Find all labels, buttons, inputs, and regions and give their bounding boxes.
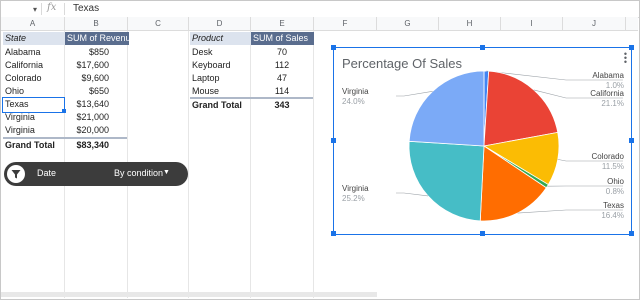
slice-label: California xyxy=(590,89,624,98)
grand-total-value[interactable]: $83,340 xyxy=(65,139,109,152)
table-cell[interactable]: Keyboard xyxy=(192,59,249,72)
column-header-d[interactable]: D xyxy=(189,17,251,31)
table-cell[interactable]: 47 xyxy=(251,72,313,85)
resize-handle[interactable] xyxy=(480,45,485,50)
chevron-down-icon[interactable]: ▼ xyxy=(163,169,170,176)
table-cell[interactable]: Alabama xyxy=(5,46,63,59)
resize-handle[interactable] xyxy=(331,231,336,236)
table-cell[interactable]: $850 xyxy=(65,46,109,59)
pie-chart-canvas: Alabama1.0%California21.1%Colorado11.5%O… xyxy=(342,70,625,222)
leader-line xyxy=(396,192,429,197)
divider xyxy=(64,3,65,15)
grand-total-label[interactable]: Grand Total xyxy=(192,99,249,112)
resize-handle[interactable] xyxy=(480,231,485,236)
column-header-f[interactable]: F xyxy=(314,17,377,31)
table-cell[interactable]: $20,000 xyxy=(65,124,109,137)
formula-bar: ▾ fx Texas xyxy=(1,1,639,18)
pie-chart[interactable]: Percentage Of Sales • • • Alabama 1.0% Calif… xyxy=(333,47,632,235)
grand-total-label[interactable]: Grand Total xyxy=(5,139,63,152)
pie-slice-virginia-5[interactable] xyxy=(408,140,485,222)
divider xyxy=(41,3,42,15)
column-header-i[interactable]: I xyxy=(501,17,563,31)
leader-line xyxy=(396,91,433,97)
column-header-b[interactable]: B xyxy=(65,17,128,31)
column-header-j[interactable]: J xyxy=(563,17,626,31)
horizontal-scrollbar[interactable] xyxy=(1,292,377,297)
table-cell[interactable]: $17,600 xyxy=(65,59,109,72)
slice-label: Virginia xyxy=(342,87,369,96)
pivot-header-state[interactable]: State xyxy=(3,32,65,45)
slice-percent-label: 25.2% xyxy=(342,194,365,203)
table-cell[interactable]: Laptop xyxy=(192,72,249,85)
pivot-header-sum-revenue[interactable]: SUM of Revenue xyxy=(65,32,129,45)
pie-slice-virginia-6[interactable] xyxy=(408,70,485,147)
table-cell[interactable]: Desk xyxy=(192,46,249,59)
column-header-k[interactable] xyxy=(626,17,638,31)
slice-percent-label: 24.0% xyxy=(342,97,365,106)
name-box-dropdown-icon[interactable]: ▾ xyxy=(33,5,37,14)
pivot-header-sum-sales[interactable]: SUM of Sales xyxy=(251,32,314,45)
pivot-filter-chip[interactable]: Date By condition ▼ xyxy=(4,162,188,186)
table-cell[interactable]: California xyxy=(5,59,63,72)
resize-handle[interactable] xyxy=(629,45,634,50)
slice-percent-label: 16.4% xyxy=(601,211,624,220)
filter-icon xyxy=(7,165,25,183)
table-cell[interactable]: 112 xyxy=(251,59,313,72)
slice-percent-label: 21.1% xyxy=(601,99,624,108)
slice-label: Texas xyxy=(603,201,624,210)
pivot-header-product[interactable]: Product xyxy=(190,32,251,45)
slice-percent-label: 11.5% xyxy=(602,162,624,171)
slice-label: Virginia xyxy=(342,184,369,193)
table-cell[interactable]: $650 xyxy=(65,85,109,98)
column-header-g[interactable]: G xyxy=(377,17,439,31)
fx-icon: fx xyxy=(47,2,57,13)
column-header-e[interactable]: E xyxy=(251,17,314,31)
resize-handle[interactable] xyxy=(331,138,336,143)
slice-label: Ohio xyxy=(607,177,624,186)
slice-label: Colorado xyxy=(592,152,625,161)
resize-handle[interactable] xyxy=(331,45,336,50)
column-header-c[interactable]: C xyxy=(128,17,189,31)
slice-label: Alabama xyxy=(592,71,624,80)
resize-handle[interactable] xyxy=(629,231,634,236)
formula-input[interactable]: Texas xyxy=(73,3,99,14)
table-cell[interactable]: 70 xyxy=(251,46,313,59)
filter-condition-dropdown[interactable]: By condition xyxy=(114,168,163,178)
cell-selection xyxy=(2,97,65,113)
resize-handle[interactable] xyxy=(629,138,634,143)
column-header-a[interactable]: A xyxy=(1,17,65,31)
table-cell[interactable]: $9,600 xyxy=(65,72,109,85)
grand-total-value[interactable]: 343 xyxy=(251,99,313,112)
slice-percent-label: 0.8% xyxy=(606,187,624,196)
column-header-h[interactable]: H xyxy=(439,17,501,31)
fill-handle[interactable] xyxy=(62,109,66,113)
table-cell[interactable]: $21,000 xyxy=(65,111,109,124)
table-cell[interactable]: Colorado xyxy=(5,72,63,85)
table-cell[interactable]: $13,640 xyxy=(65,98,109,111)
table-cell[interactable]: Virginia xyxy=(5,124,63,137)
filter-field-label: Date xyxy=(37,168,57,178)
